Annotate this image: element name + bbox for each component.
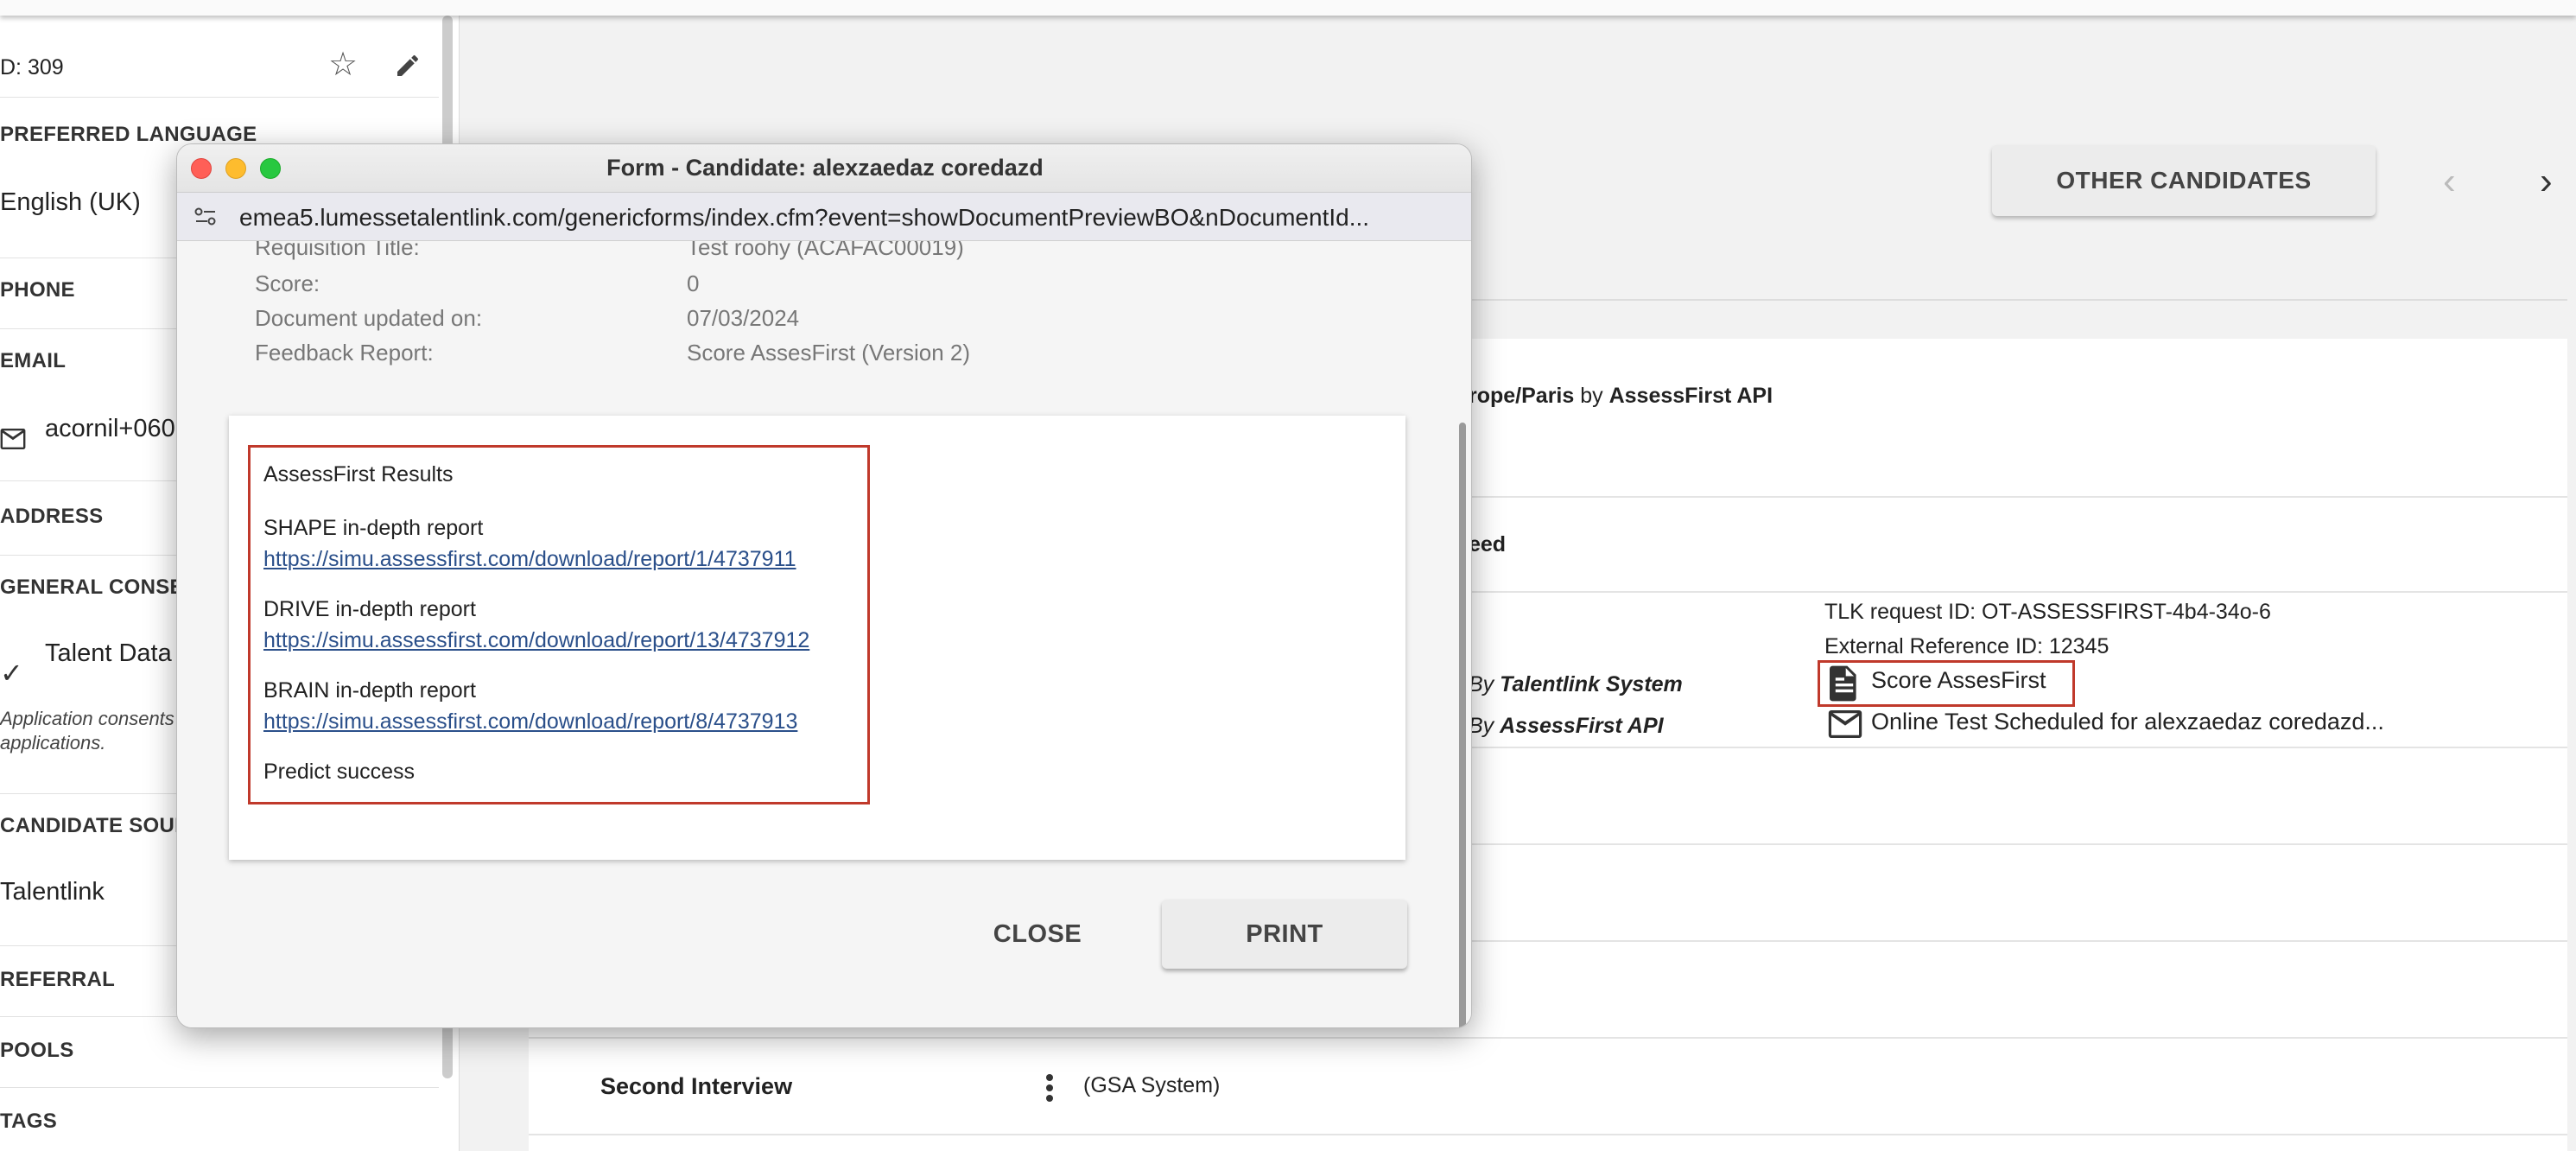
other-candidates-button[interactable]: OTHER CANDIDATES <box>1992 145 2376 216</box>
by-text: By <box>1469 672 1501 696</box>
url-bar[interactable]: emea5.lumessetalentlink.com/genericforms… <box>177 193 1471 241</box>
second-interview-label: Second Interview <box>600 1073 793 1099</box>
field-label: Requisition Title: <box>255 241 420 260</box>
field-value: 07/03/2024 <box>687 305 800 331</box>
online-test-message[interactable]: Online Test Scheduled for alexzaedaz cor… <box>1871 709 2384 735</box>
chevron-left-icon[interactable]: ‹ <box>2443 162 2456 200</box>
field-value: 0 <box>687 270 700 296</box>
email-heading: EMAIL <box>0 349 67 372</box>
divider <box>0 1087 439 1088</box>
timeline-status: eed <box>1469 532 1507 556</box>
close-button[interactable]: CLOSE <box>960 900 1115 969</box>
by-text: By <box>1469 714 1501 738</box>
divider <box>1469 299 2567 301</box>
candidate-source-heading: CANDIDATE SOUR <box>0 814 190 837</box>
candidate-source-value: Talentlink <box>0 878 105 906</box>
consent-note: Application consents <box>0 708 174 729</box>
referral-heading: REFERRAL <box>0 968 116 991</box>
tlk-request-id: TLK request ID: OT-ASSESSFIRST-4b4-34o-6 <box>1824 600 2271 624</box>
results-heading: AssessFirst Results <box>263 462 454 486</box>
window-title: Form - Candidate: alexzaedaz coredazd <box>606 155 1044 181</box>
kebab-menu-icon[interactable] <box>1045 1073 1054 1103</box>
divider <box>0 97 439 98</box>
candidate-id: D: 309 <box>0 55 64 79</box>
shape-report-link[interactable]: https://simu.assessfirst.com/download/re… <box>263 547 796 572</box>
tags-heading: TAGS <box>0 1110 58 1133</box>
check-icon: ✓ <box>0 658 23 689</box>
by-talentlink: By Talentlink System <box>1469 672 1683 697</box>
results-highlight-box <box>248 445 870 804</box>
brain-report-link[interactable]: https://simu.assessfirst.com/download/re… <box>263 709 797 734</box>
timeline-entry: rope/Paris by AssessFirst API <box>1469 384 1773 409</box>
form-content: Requisition Title: Test roohy (ACAFAC000… <box>177 241 1471 1027</box>
general-consent-heading: GENERAL CONSEN <box>0 576 200 599</box>
phone-heading: PHONE <box>0 278 75 302</box>
score-document-link[interactable]: Score AssesFirst <box>1871 667 2046 694</box>
print-button[interactable]: PRINT <box>1162 900 1407 969</box>
consent-note: applications. <box>0 732 106 754</box>
address-heading: ADDRESS <box>0 505 104 528</box>
by-assessfirst: By AssessFirst API <box>1469 714 1664 739</box>
consent-value: Talent Data <box>45 639 172 667</box>
timezone-text: rope/Paris <box>1469 384 1575 408</box>
email-value[interactable]: acornil+060 <box>45 415 175 443</box>
divider <box>529 1134 2567 1135</box>
second-interview-system: (GSA System) <box>1083 1073 1221 1097</box>
actor-name: Talentlink System <box>1500 672 1683 696</box>
form-preview-window: Form - Candidate: alexzaedaz coredazd em… <box>176 143 1472 1028</box>
drive-report-link[interactable]: https://simu.assessfirst.com/download/re… <box>263 628 809 653</box>
actor-name: AssessFirst API <box>1608 384 1773 408</box>
pools-heading: POOLS <box>0 1039 74 1062</box>
divider <box>529 1037 2567 1039</box>
document-icon[interactable] <box>1830 665 1859 702</box>
shape-report-label: SHAPE in-depth report <box>263 516 484 540</box>
star-icon[interactable]: ☆ <box>328 48 358 81</box>
field-label: Feedback Report: <box>255 340 434 366</box>
field-label: Document updated on: <box>255 305 483 331</box>
top-bar <box>0 0 2576 16</box>
field-value: Score AssesFirst (Version 2) <box>687 340 970 366</box>
mail-icon[interactable] <box>1828 710 1862 738</box>
drive-report-label: DRIVE in-depth report <box>263 597 476 621</box>
actor-name: AssessFirst API <box>1500 714 1664 738</box>
preferred-language-value: English (UK) <box>0 188 141 216</box>
brain-report-label: BRAIN in-depth report <box>263 678 476 703</box>
field-label: Score: <box>255 270 320 296</box>
site-settings-icon[interactable] <box>194 207 217 227</box>
predict-success-label: Predict success <box>263 760 416 784</box>
field-value: Test roohy (ACAFAC00019) <box>687 241 964 260</box>
url-text[interactable]: emea5.lumessetalentlink.com/genericforms… <box>239 204 1449 232</box>
pencil-icon[interactable] <box>394 52 422 79</box>
window-titlebar: Form - Candidate: alexzaedaz coredazd <box>177 144 1471 193</box>
external-reference-id: External Reference ID: 12345 <box>1824 634 2110 658</box>
mail-icon <box>0 429 26 449</box>
by-text: by <box>1574 384 1609 408</box>
chevron-right-icon[interactable]: › <box>2540 162 2553 200</box>
modal-scrollbar[interactable] <box>1459 423 1466 1027</box>
